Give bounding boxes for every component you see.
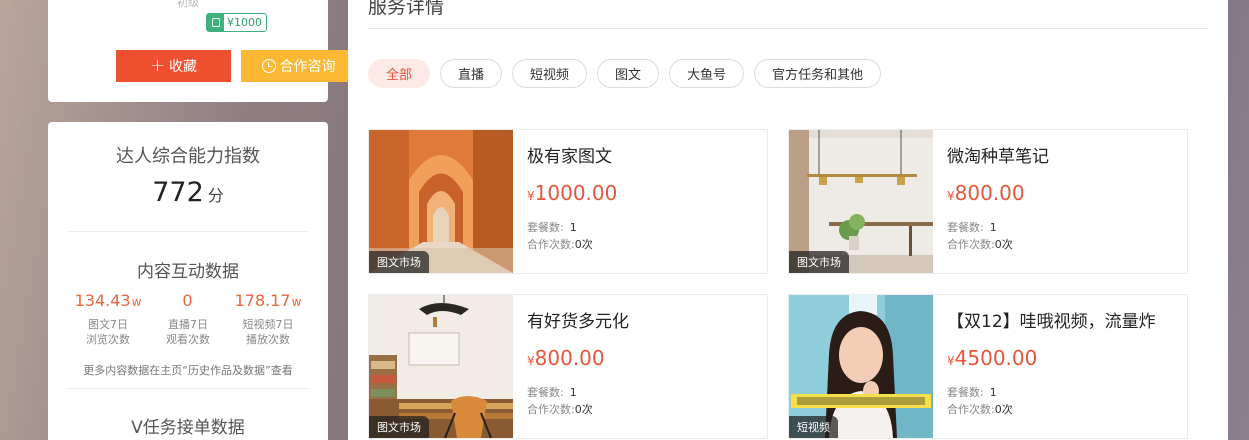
service-badge: 图文市场 bbox=[369, 416, 429, 438]
package-count-value: 1 bbox=[569, 386, 577, 399]
metric-label: 直播7日 bbox=[168, 318, 208, 331]
coop-count: 合作次数:0次 bbox=[527, 238, 593, 251]
service-price: ¥1000.00 bbox=[527, 181, 617, 205]
metric-label: 浏览次数 bbox=[86, 333, 130, 346]
currency-symbol: ¥ bbox=[527, 189, 535, 203]
price-tag-icon bbox=[207, 14, 224, 31]
service-price: ¥4500.00 bbox=[947, 346, 1037, 370]
service-thumbnail[interactable]: 图文市场 bbox=[369, 295, 513, 438]
service-badge: 短视频 bbox=[789, 416, 838, 438]
metric-value: 178.17 bbox=[234, 291, 291, 310]
price-value: 1000.00 bbox=[534, 181, 618, 205]
package-count: 套餐数: 1 bbox=[947, 386, 997, 399]
metric-value: 134.43 bbox=[74, 291, 131, 310]
coop-count-value: 0次 bbox=[574, 403, 593, 416]
price-tag: ¥1000 bbox=[206, 13, 267, 32]
divider bbox=[368, 28, 1208, 29]
favorite-label: 收藏 bbox=[169, 59, 198, 75]
coop-count-value: 0次 bbox=[574, 238, 593, 251]
plus-icon: + bbox=[149, 55, 166, 76]
tab-short-video[interactable]: 短视频 bbox=[512, 59, 588, 88]
score-unit: 分 bbox=[207, 186, 224, 205]
service-thumbnail[interactable]: 短视频 bbox=[789, 295, 933, 438]
divider bbox=[68, 388, 308, 389]
service-card[interactable]: 图文市场 微淘种草笔记 ¥800.00 套餐数: 1 合作次数:0次 bbox=[788, 129, 1188, 274]
coop-count-value: 0次 bbox=[994, 403, 1013, 416]
service-tabs: 全部 直播 短视频 图文 大鱼号 官方任务和其他 bbox=[368, 59, 882, 88]
package-count: 套餐数: 1 bbox=[527, 221, 577, 234]
tab-official-tasks[interactable]: 官方任务和其他 bbox=[754, 59, 882, 88]
service-name[interactable]: 有好货多元化 bbox=[527, 307, 763, 332]
service-name[interactable]: 微淘种草笔记 bbox=[947, 142, 1183, 167]
clock-icon bbox=[261, 59, 276, 73]
service-badge: 图文市场 bbox=[789, 251, 849, 273]
coop-count: 合作次数:0次 bbox=[947, 238, 1013, 251]
metric-label: 观看次数 bbox=[166, 333, 210, 346]
ability-card: 达人综合能力指数 772 分 内容互动数据 134.43w 图文7日 浏览次数 0 … bbox=[48, 122, 328, 440]
service-name[interactable]: 极有家图文 bbox=[527, 142, 763, 167]
price-tag-value: ¥1000 bbox=[227, 16, 262, 29]
tab-dayu[interactable]: 大鱼号 bbox=[669, 59, 745, 88]
metric-video-plays: 178.17w 短视频7日播放次数 bbox=[228, 291, 308, 347]
favorite-button[interactable]: + 收藏 bbox=[116, 50, 231, 82]
ability-title: 达人综合能力指数 bbox=[116, 146, 260, 167]
metric-label: 播放次数 bbox=[246, 333, 290, 346]
price-value: 800.00 bbox=[534, 346, 605, 370]
divider bbox=[68, 231, 308, 232]
currency-symbol: ¥ bbox=[527, 354, 535, 368]
services-panel: 服务详情 全部 直播 短视频 图文 大鱼号 官方任务和其他 图文市场 极有家图文 bbox=[348, 0, 1228, 440]
consult-label: 合作咨询 bbox=[279, 59, 336, 75]
metric-graphic-views: 134.43w 图文7日浏览次数 bbox=[68, 291, 148, 347]
score-value: 772 bbox=[152, 177, 204, 208]
metric-value: 0 bbox=[182, 291, 193, 310]
service-card[interactable]: 图文市场 有好货多元化 ¥800.00 套餐数: 1 合作次数:0次 bbox=[368, 294, 768, 439]
service-price: ¥800.00 bbox=[527, 346, 605, 370]
price-value: 800.00 bbox=[954, 181, 1025, 205]
more-data-note: 更多内容数据在主页“历史作品及数据”查看 bbox=[83, 364, 293, 377]
service-name[interactable]: 【双12】哇哦视频，流量炸 bbox=[947, 307, 1183, 332]
metric-label: 图文7日 bbox=[88, 318, 128, 331]
currency-symbol: ¥ bbox=[947, 354, 955, 368]
tab-all[interactable]: 全部 bbox=[368, 59, 431, 88]
price-value: 4500.00 bbox=[954, 346, 1038, 370]
coop-count-value: 0次 bbox=[994, 238, 1013, 251]
service-price: ¥800.00 bbox=[947, 181, 1025, 205]
package-count: 套餐数: 1 bbox=[527, 386, 577, 399]
service-card[interactable]: 图文市场 极有家图文 ¥1000.00 套餐数: 1 合作次数:0次 bbox=[368, 129, 768, 274]
tab-live[interactable]: 直播 bbox=[440, 59, 503, 88]
metric-unit: w bbox=[291, 295, 302, 309]
metric-label: 短视频7日 bbox=[242, 318, 294, 331]
coop-count: 合作次数:0次 bbox=[947, 403, 1013, 416]
ability-score: 772 分 bbox=[48, 177, 328, 208]
coop-count: 合作次数:0次 bbox=[527, 403, 593, 416]
package-count-value: 1 bbox=[569, 221, 577, 234]
currency-symbol: ¥ bbox=[947, 189, 955, 203]
services-title: 服务详情 bbox=[368, 0, 445, 18]
service-thumbnail[interactable]: 图文市场 bbox=[789, 130, 933, 273]
package-count: 套餐数: 1 bbox=[947, 221, 997, 234]
interaction-title: 内容互动数据 bbox=[137, 262, 239, 282]
metric-unit: w bbox=[131, 295, 142, 309]
service-thumbnail[interactable]: 图文市场 bbox=[369, 130, 513, 273]
profile-card: 初级 ¥1000 + 收藏 合作咨询 bbox=[48, 0, 356, 102]
service-badge: 图文市场 bbox=[369, 251, 429, 273]
package-count-value: 1 bbox=[989, 221, 997, 234]
metrics-row: 134.43w 图文7日 浏览次数 0 直播7日 观看次数 178.17w 短视频7… bbox=[68, 291, 308, 347]
consult-button[interactable]: 合作咨询 bbox=[241, 50, 356, 82]
service-card[interactable]: 短视频 【双12】哇哦视频，流量炸 ¥4500.00 套餐数: 1 合作次数:0次 bbox=[788, 294, 1188, 439]
tab-graphic[interactable]: 图文 bbox=[597, 59, 660, 88]
level-label: 初级 bbox=[177, 0, 199, 9]
v-task-title: V任务接单数据 bbox=[131, 418, 245, 438]
package-count-value: 1 bbox=[989, 386, 997, 399]
metric-live-views: 0 直播7日观看次数 bbox=[148, 291, 228, 347]
